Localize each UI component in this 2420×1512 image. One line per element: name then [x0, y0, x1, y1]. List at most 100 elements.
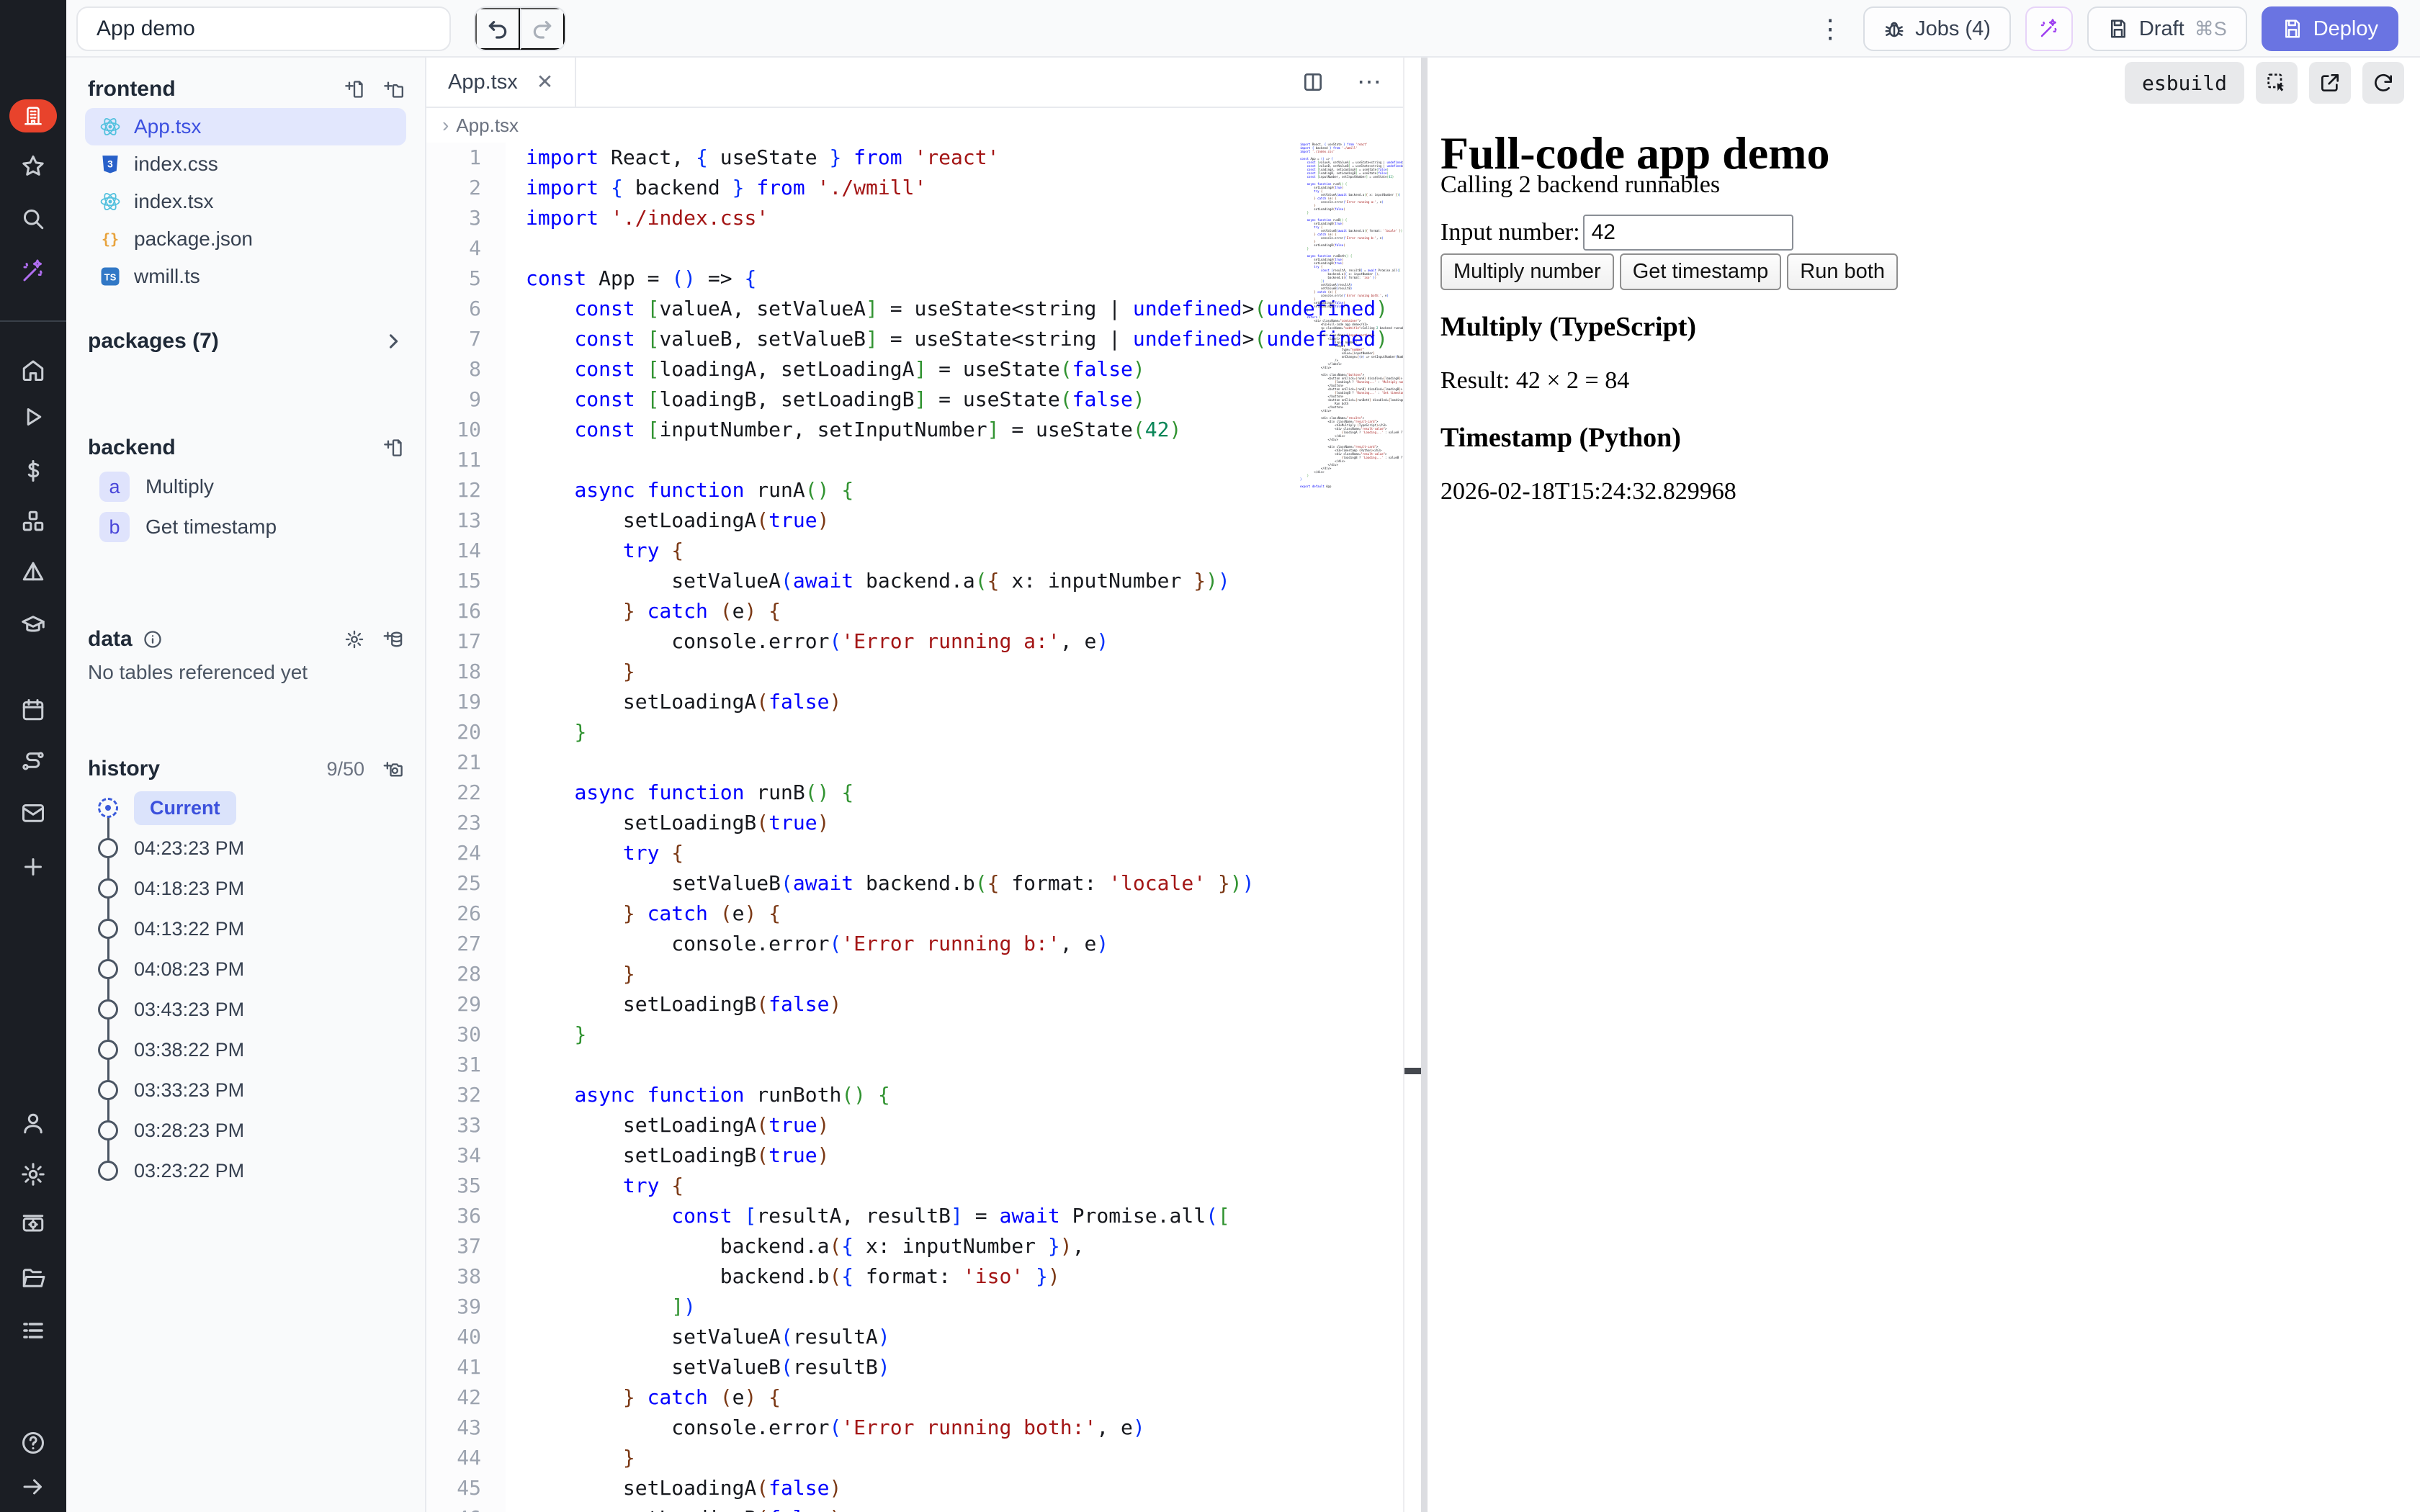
- more-menu-button[interactable]: ⋮: [1811, 16, 1849, 42]
- expand-packages-button[interactable]: [383, 331, 403, 351]
- add-backend-runnable-button[interactable]: [383, 438, 403, 458]
- split-editor-button[interactable]: [1292, 61, 1334, 103]
- code-line[interactable]: 39 ]): [426, 1292, 1403, 1322]
- history-entry[interactable]: 04:18:23 PM: [98, 868, 425, 909]
- code-line[interactable]: 27 console.error('Error running b:', e): [426, 929, 1403, 959]
- code-line[interactable]: 32 async function runBoth() {: [426, 1080, 1403, 1110]
- history-entry[interactable]: 04:13:22 PM: [98, 909, 425, 949]
- rail-user-button[interactable]: [0, 1097, 66, 1149]
- code-line[interactable]: 6 const [valueA, setValueA] = useState<s…: [426, 294, 1403, 324]
- rail-calendar-button[interactable]: [0, 684, 66, 736]
- history-current[interactable]: Current: [98, 788, 425, 828]
- file-App-tsx[interactable]: App.tsx: [85, 108, 406, 145]
- code-line[interactable]: 38 backend.b({ format: 'iso' }): [426, 1261, 1403, 1292]
- code-line[interactable]: 21: [426, 747, 1403, 778]
- rail-pyramid-button[interactable]: [0, 546, 66, 598]
- rail-dollar-button[interactable]: [0, 445, 66, 497]
- code-line[interactable]: 30 }: [426, 1020, 1403, 1050]
- code-line[interactable]: 36 const [resultA, resultB] = await Prom…: [426, 1201, 1403, 1231]
- code-line[interactable]: 45 setLoadingA(false): [426, 1473, 1403, 1503]
- code-line[interactable]: 10 const [inputNumber, setInputNumber] =…: [426, 415, 1403, 445]
- code-line[interactable]: 3import './index.css': [426, 203, 1403, 233]
- bundler-button[interactable]: esbuild: [2125, 62, 2244, 104]
- code-line[interactable]: 25 setValueB(await backend.b({ format: '…: [426, 868, 1403, 899]
- add-frontend-folder-button[interactable]: [383, 79, 403, 99]
- rail-graduation-cap-button[interactable]: [0, 599, 66, 651]
- file-index-tsx[interactable]: index.tsx: [85, 183, 406, 220]
- app-title-input[interactable]: [76, 6, 451, 51]
- panel-divider[interactable]: [1421, 58, 1428, 1512]
- code-line[interactable]: 15 setValueA(await backend.a({ x: inputN…: [426, 566, 1403, 596]
- code-line[interactable]: 12 async function runA() {: [426, 475, 1403, 505]
- code-line[interactable]: 9 const [loadingB, setLoadingB] = useSta…: [426, 384, 1403, 415]
- ai-wand-button[interactable]: [2025, 6, 2073, 51]
- code-line[interactable]: 4: [426, 233, 1403, 264]
- code-line[interactable]: 13 setLoadingA(true): [426, 505, 1403, 536]
- code-line[interactable]: 43 console.error('Error running both:', …: [426, 1413, 1403, 1443]
- close-tab-button[interactable]: ✕: [537, 72, 553, 92]
- editor-more-button[interactable]: ⋯: [1353, 67, 1387, 97]
- history-entry[interactable]: 04:23:23 PM: [98, 828, 425, 868]
- history-entry[interactable]: 04:08:23 PM: [98, 949, 425, 989]
- add-table-button[interactable]: [383, 629, 403, 649]
- code-line[interactable]: 5const App = () => {: [426, 264, 1403, 294]
- code-line[interactable]: 16 } catch (e) {: [426, 596, 1403, 626]
- file-wmill-ts[interactable]: TSwmill.ts: [85, 258, 406, 295]
- code-line[interactable]: 11: [426, 445, 1403, 475]
- rail-arrow-right-button[interactable]: [0, 1461, 66, 1512]
- undo-button[interactable]: [475, 8, 520, 50]
- code-line[interactable]: 40 setValueA(resultA): [426, 1322, 1403, 1352]
- code-line[interactable]: 35 try {: [426, 1171, 1403, 1201]
- code-view[interactable]: 1import React, { useState } from 'react'…: [426, 143, 1403, 1512]
- code-line[interactable]: 28 }: [426, 959, 1403, 989]
- file-package-json[interactable]: {}package.json: [85, 220, 406, 258]
- rail-home-button[interactable]: [0, 344, 66, 396]
- code-line[interactable]: 37 backend.a({ x: inputNumber }),: [426, 1231, 1403, 1261]
- breadcrumb-file[interactable]: App.tsx: [456, 114, 519, 137]
- code-line[interactable]: 14 try {: [426, 536, 1403, 566]
- rail-route-button[interactable]: [0, 735, 66, 787]
- run-both-button[interactable]: Run both: [1787, 253, 1898, 290]
- rail-plus-button[interactable]: [0, 841, 66, 893]
- backend-item-get-timestamp[interactable]: bGet timestamp: [85, 507, 406, 547]
- code-line[interactable]: 34 setLoadingB(true): [426, 1140, 1403, 1171]
- minimap[interactable]: import React, { useState } from 'react'i…: [1300, 143, 1403, 492]
- rail-search-button[interactable]: [0, 193, 66, 245]
- history-entry[interactable]: 03:33:23 PM: [98, 1070, 425, 1110]
- rail-worker-gear-button[interactable]: [0, 1198, 66, 1250]
- add-snapshot-button[interactable]: [383, 759, 403, 779]
- code-line[interactable]: 18 }: [426, 657, 1403, 687]
- multiply-number-button[interactable]: Multiply number: [1440, 253, 1614, 290]
- editor-scroll-gutter[interactable]: [1403, 58, 1421, 1512]
- code-line[interactable]: 8 const [loadingA, setLoadingA] = useSta…: [426, 354, 1403, 384]
- jobs-button[interactable]: Jobs (4): [1863, 6, 2011, 51]
- code-line[interactable]: 1import React, { useState } from 'react': [426, 143, 1403, 173]
- get-timestamp-button[interactable]: Get timestamp: [1620, 253, 1782, 290]
- draft-button[interactable]: Draft ⌘S: [2087, 6, 2247, 51]
- code-line[interactable]: 7 const [valueB, setValueB] = useState<s…: [426, 324, 1403, 354]
- rail-building-button[interactable]: [0, 90, 66, 142]
- code-line[interactable]: 44 }: [426, 1443, 1403, 1473]
- rail-folder-button[interactable]: [0, 1252, 66, 1304]
- workspace-button[interactable]: [9, 99, 57, 132]
- backend-item-multiply[interactable]: aMultiply: [85, 467, 406, 507]
- code-line[interactable]: 29 setLoadingB(false): [426, 989, 1403, 1020]
- code-line[interactable]: 22 async function runB() {: [426, 778, 1403, 808]
- rail-mail-button[interactable]: [0, 787, 66, 839]
- info-icon[interactable]: [143, 629, 163, 649]
- history-entry[interactable]: 03:23:22 PM: [98, 1151, 425, 1191]
- tab-app-tsx[interactable]: App.tsx ✕: [426, 57, 576, 107]
- data-settings-button[interactable]: [344, 629, 364, 649]
- redo-button[interactable]: [520, 8, 565, 50]
- rail-play-button[interactable]: [0, 391, 66, 443]
- open-external-button[interactable]: [2309, 62, 2351, 104]
- code-line[interactable]: 42 } catch (e) {: [426, 1382, 1403, 1413]
- file-index-css[interactable]: 3index.css: [85, 145, 406, 183]
- code-line[interactable]: 41 setValueB(resultB): [426, 1352, 1403, 1382]
- deploy-button[interactable]: Deploy: [2262, 6, 2398, 51]
- code-line[interactable]: 31: [426, 1050, 1403, 1080]
- history-entry[interactable]: 03:38:22 PM: [98, 1030, 425, 1070]
- panel-resize-handle[interactable]: [1404, 1068, 1422, 1074]
- input-number-field[interactable]: [1583, 215, 1793, 251]
- rail-cubes-button[interactable]: [0, 495, 66, 547]
